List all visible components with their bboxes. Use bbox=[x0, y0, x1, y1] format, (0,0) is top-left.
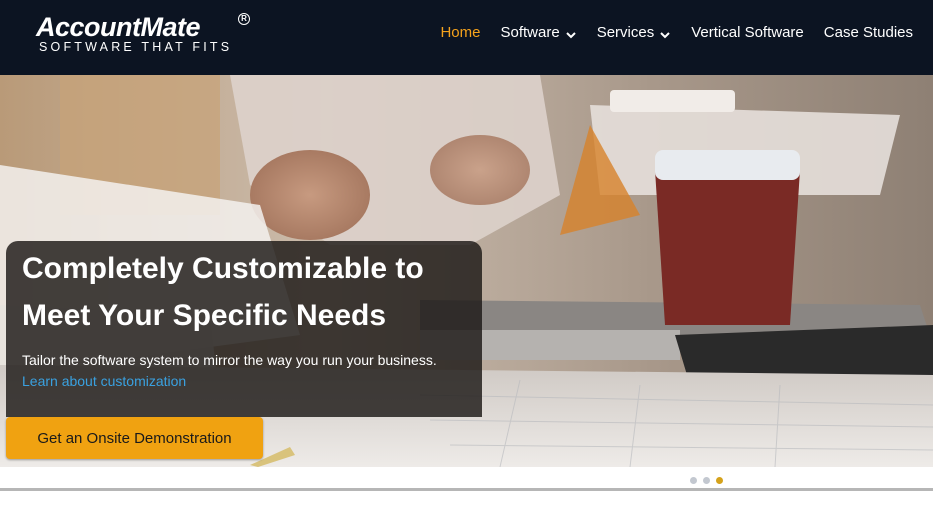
slider-footer bbox=[0, 467, 933, 491]
hero-title: Completely Customizable to Meet Your Spe… bbox=[22, 252, 424, 332]
nav-item-label: Home bbox=[440, 24, 481, 41]
logo-wordmark: AccountMate bbox=[36, 12, 201, 42]
nav-item-software[interactable]: Software bbox=[500, 23, 576, 43]
chevron-down-icon bbox=[660, 31, 670, 38]
accountmate-logo[interactable]: AccountMate R SOFTWARE THAT FITS bbox=[36, 12, 256, 58]
main-nav: Home Software Services Vertical Software… bbox=[440, 22, 913, 44]
slider-dot-active[interactable] bbox=[716, 477, 723, 484]
hero-caption: Completely Customizable to Meet Your Spe… bbox=[6, 241, 482, 417]
registered-mark-icon: R bbox=[238, 13, 250, 25]
slider-dot[interactable] bbox=[703, 477, 710, 484]
nav-item-services[interactable]: Services bbox=[597, 23, 672, 43]
logo-tagline: SOFTWARE THAT FITS bbox=[39, 40, 233, 54]
slider-dot[interactable] bbox=[690, 477, 697, 484]
nav-item-vertical-software[interactable]: Vertical Software bbox=[691, 23, 804, 43]
nav-item-label: Software bbox=[500, 24, 560, 41]
chevron-down-icon bbox=[565, 31, 576, 38]
nav-item-home[interactable]: Home bbox=[440, 23, 480, 43]
hero-slider: Completely Customizable to Meet Your Spe… bbox=[0, 75, 933, 467]
nav-item-label: Services bbox=[596, 24, 655, 41]
nav-item-case-studies[interactable]: Case Studies bbox=[824, 23, 913, 43]
hero-description: Tailor the software system to mirror the… bbox=[22, 352, 437, 368]
nav-item-label: Case Studies bbox=[823, 24, 913, 41]
learn-customization-link[interactable]: Learn about customization bbox=[22, 372, 186, 390]
onsite-demonstration-button[interactable]: Get an Onsite Demonstration bbox=[6, 417, 263, 459]
site-header: AccountMate R SOFTWARE THAT FITS Home So… bbox=[0, 0, 933, 75]
nav-item-label: Vertical Software bbox=[691, 24, 804, 41]
slider-dots bbox=[690, 477, 723, 484]
